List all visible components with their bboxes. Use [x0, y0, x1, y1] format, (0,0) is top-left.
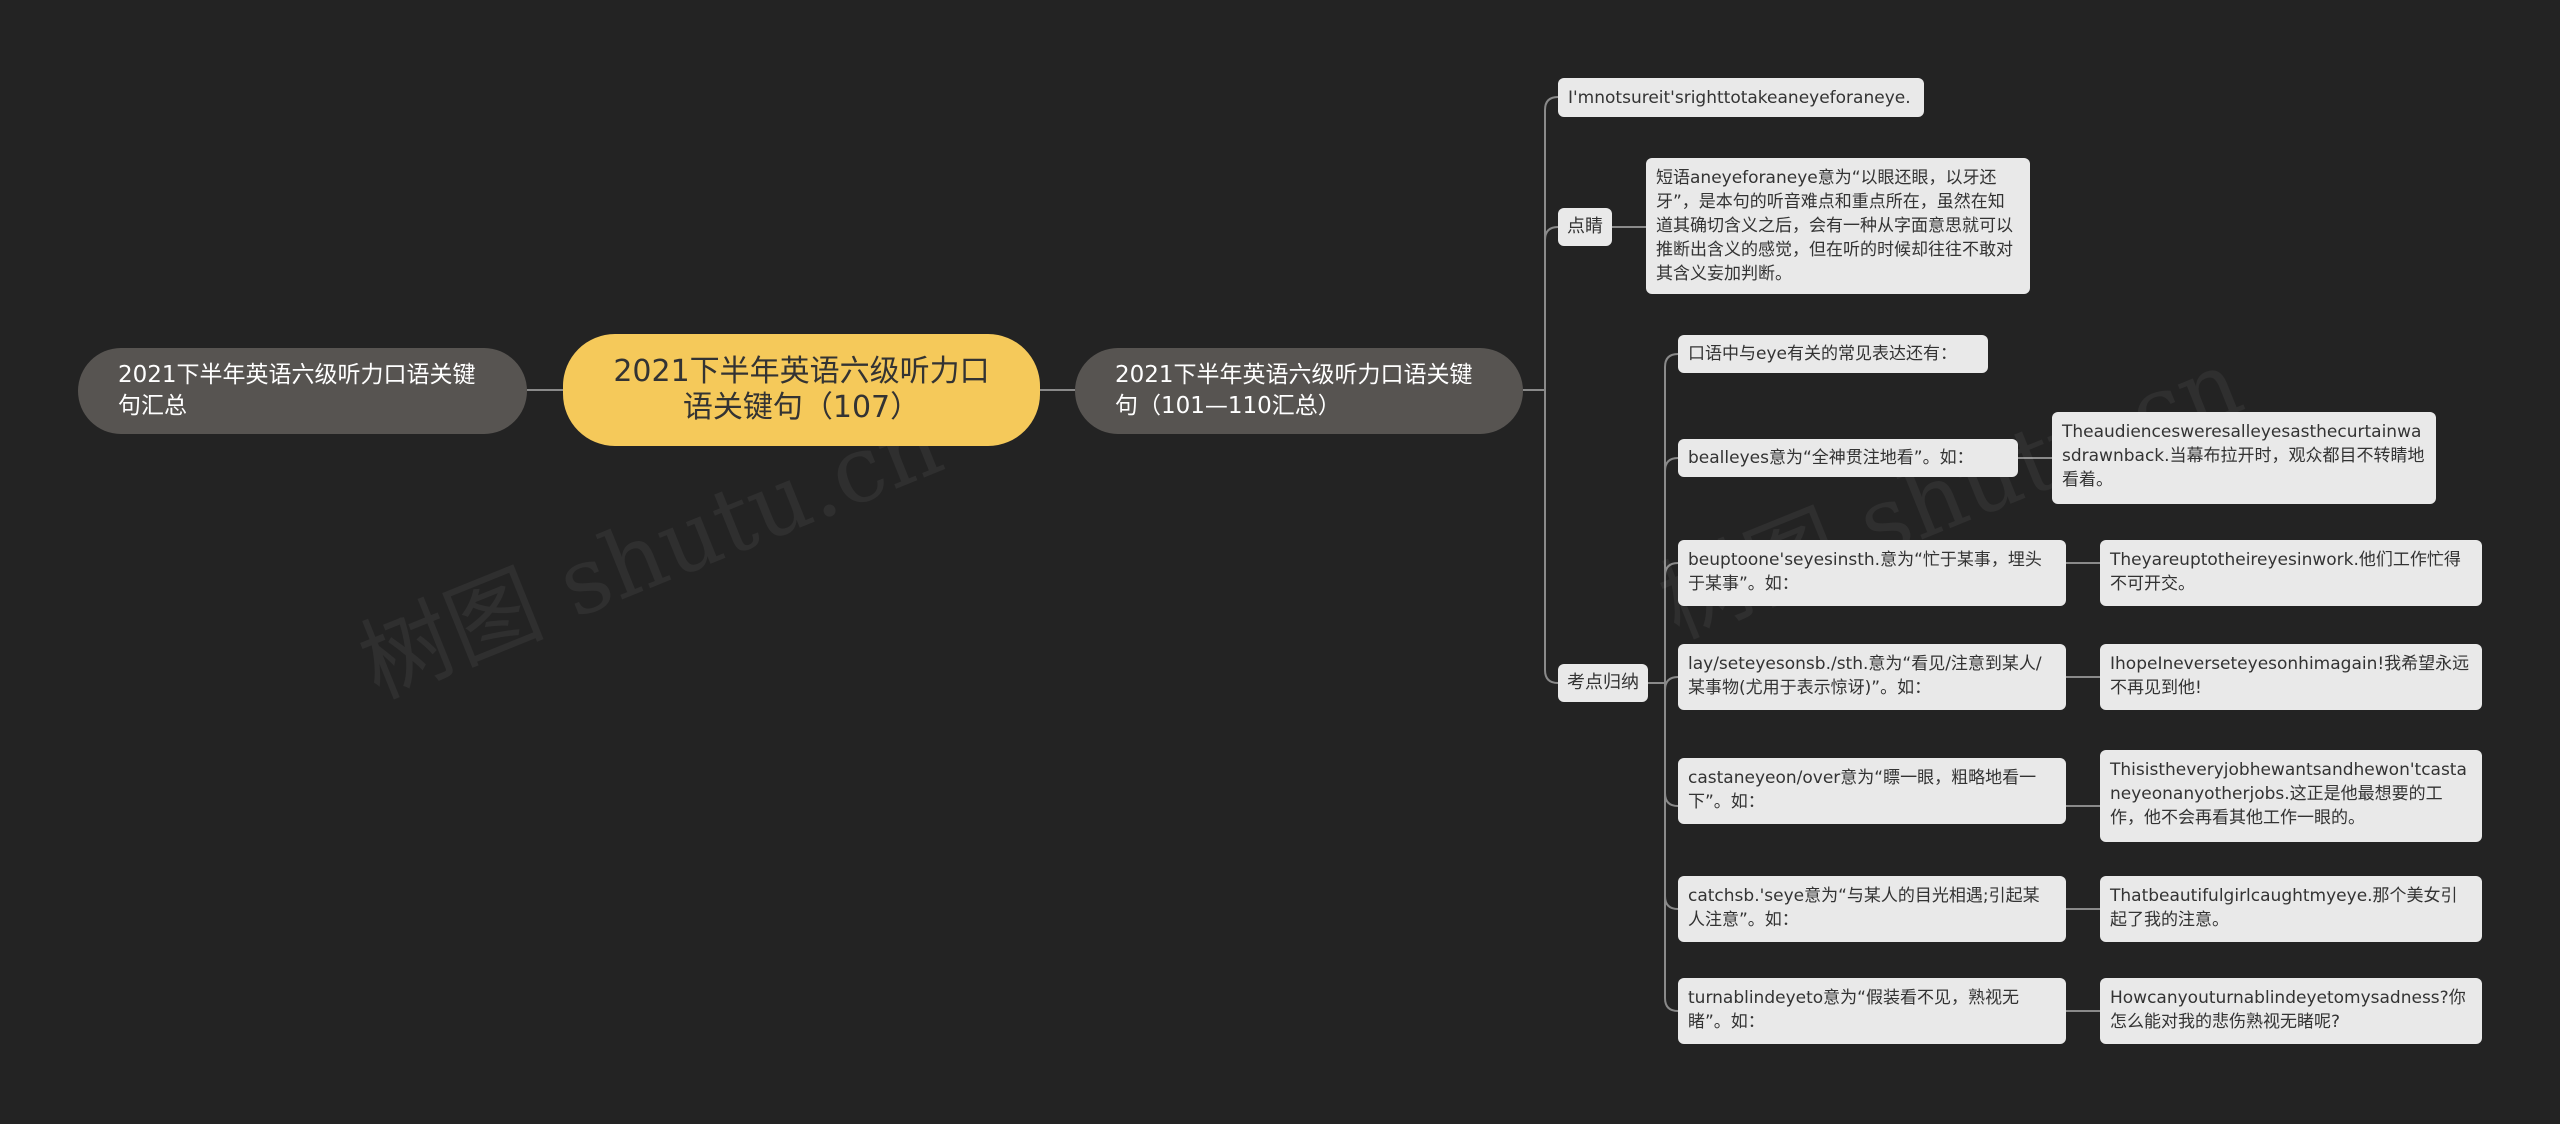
top-sentence-node[interactable]: I'mnotsureit'srighttotakeaneyeforaneye. [1558, 78, 1924, 117]
dianjing-node[interactable]: 点睛 [1558, 208, 1612, 246]
phrase-node[interactable]: castaneyeon/over意为“瞟一眼，粗略地看一下”。如： [1678, 758, 2066, 824]
example-node[interactable]: Thatbeautifulgirlcaughtmyeye.那个美女引起了我的注意… [2100, 876, 2482, 942]
dianjing-text-node[interactable]: 短语aneyeforaneye意为“以眼还眼，以牙还牙”，是本句的听音难点和重点… [1646, 158, 2030, 294]
right-branch-node[interactable]: 2021下半年英语六级听力口语关键句（101—110汇总） [1075, 348, 1523, 434]
phrase-node[interactable]: beuptoone'seyesinsth.意为“忙于某事，埋头于某事”。如： [1678, 540, 2066, 606]
example-node[interactable]: Theaudiencesweresalleyesasthecurtainwasd… [2052, 412, 2436, 504]
root-node[interactable]: 2021下半年英语六级听力口语关键句（107） [563, 334, 1040, 446]
example-node[interactable]: Theyareuptotheireyesinwork.他们工作忙得不可开交。 [2100, 540, 2482, 606]
left-branch-node[interactable]: 2021下半年英语六级听力口语关键句汇总 [78, 348, 527, 434]
phrase-node[interactable]: bealleyes意为“全神贯注地看”。如： [1678, 439, 2018, 477]
kaodian-node[interactable]: 考点归纳 [1558, 664, 1648, 702]
example-node[interactable]: Thisistheveryjobhewantsandhewon'tcastane… [2100, 750, 2482, 842]
kaodian-intro-node[interactable]: 口语中与eye有关的常见表达还有： [1678, 335, 1988, 373]
example-node[interactable]: IhopeIneverseteyesonhimagain!我希望永远不再见到他! [2100, 644, 2482, 710]
phrase-node[interactable]: lay/seteyesonsb./sth.意为“看见/注意到某人/某事物(尤用于… [1678, 644, 2066, 710]
example-node[interactable]: Howcanyouturnablindeyetomysadness?你怎么能对我… [2100, 978, 2482, 1044]
phrase-node[interactable]: turnablindeyeto意为“假装看不见，熟视无睹”。如： [1678, 978, 2066, 1044]
phrase-node[interactable]: catchsb.'seye意为“与某人的目光相遇;引起某人注意”。如： [1678, 876, 2066, 942]
